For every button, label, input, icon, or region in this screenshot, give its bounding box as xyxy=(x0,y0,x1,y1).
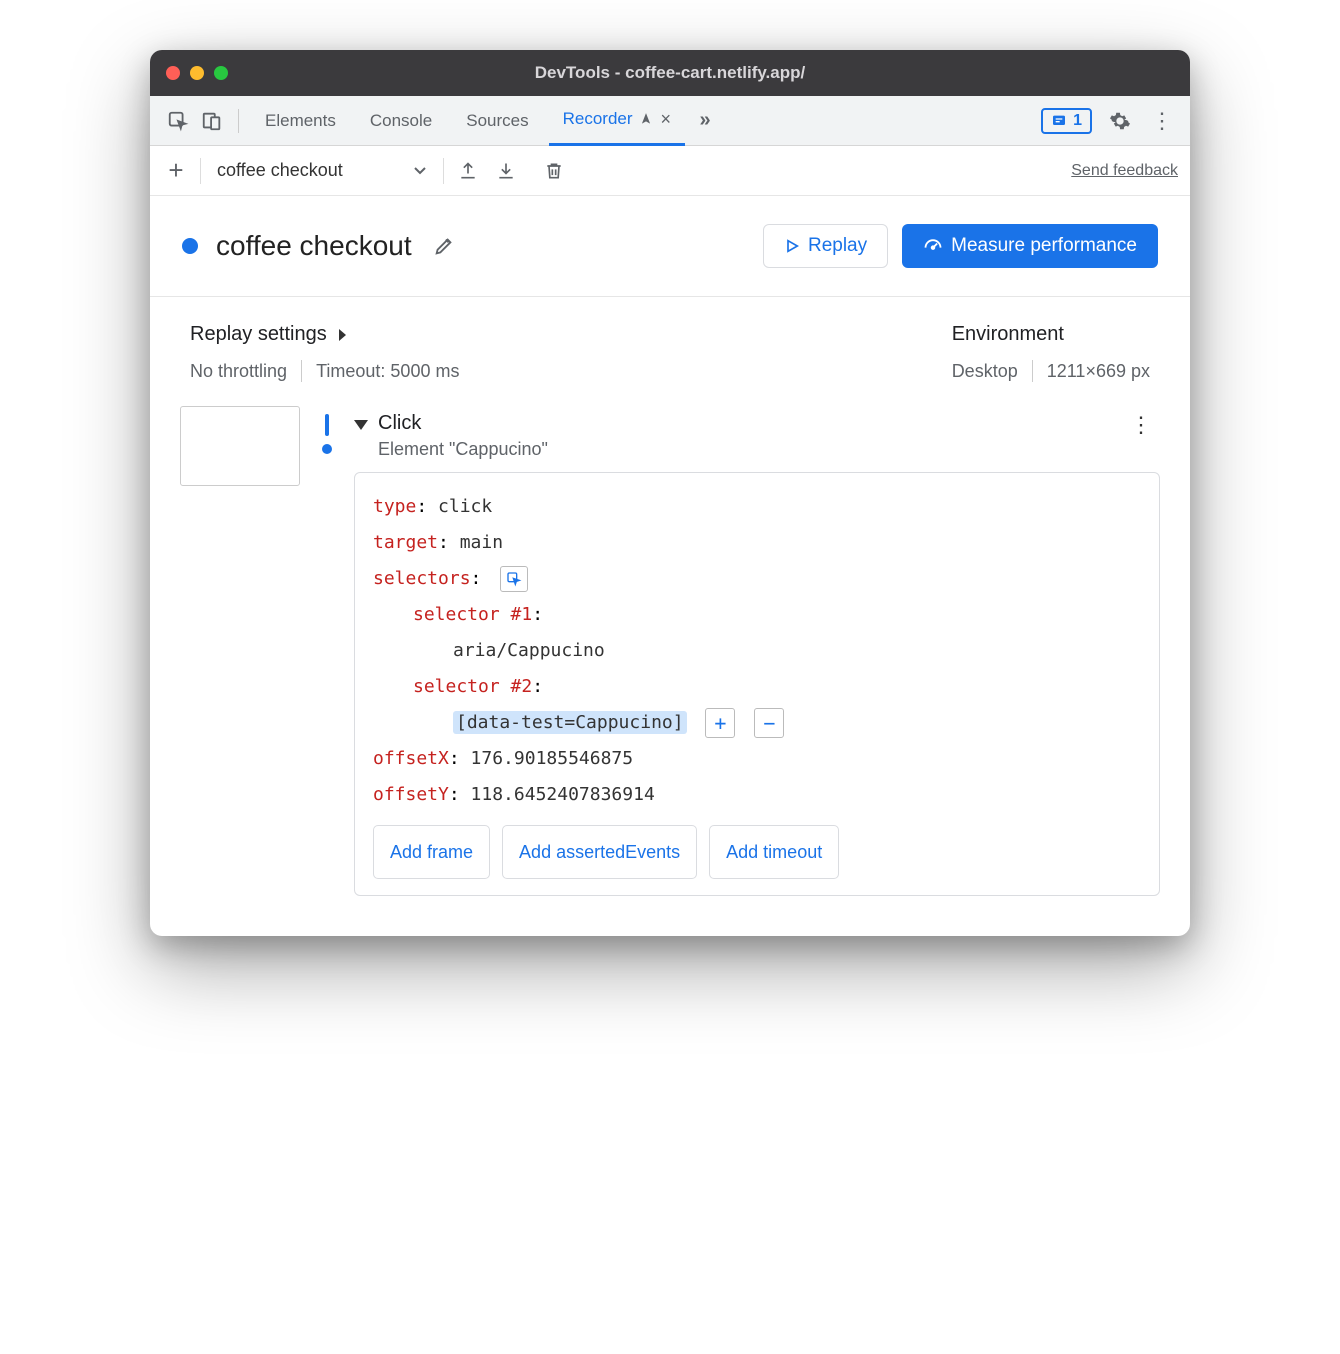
step-title: Click xyxy=(378,412,548,435)
prop-key: selectors xyxy=(373,568,471,589)
close-window-button[interactable] xyxy=(166,66,180,80)
offsetx-value[interactable]: 176.90185546875 xyxy=(471,748,634,769)
delete-icon[interactable] xyxy=(540,157,568,185)
tab-console[interactable]: Console xyxy=(356,96,446,146)
issues-count: 1 xyxy=(1073,112,1082,130)
prop-key: type xyxy=(373,496,416,517)
separator xyxy=(238,109,239,133)
device-toolbar-icon[interactable] xyxy=(198,107,226,135)
add-asserted-events-button[interactable]: Add assertedEvents xyxy=(502,825,697,879)
remove-selector-button[interactable]: − xyxy=(754,708,784,738)
step-header[interactable]: Click Element "Cappucino" ⋮ xyxy=(354,408,1160,472)
replay-button[interactable]: Replay xyxy=(763,224,888,268)
prop-key: selector #1 xyxy=(413,604,532,625)
panel-tabbar: Elements Console Sources Recorder × » 1 … xyxy=(150,96,1190,146)
prop-val[interactable]: main xyxy=(460,532,503,553)
step-more-icon[interactable]: ⋮ xyxy=(1122,412,1160,438)
more-options-icon[interactable]: ⋮ xyxy=(1148,107,1176,135)
separator xyxy=(200,158,201,184)
settings-gear-icon[interactable] xyxy=(1106,107,1134,135)
window-title: DevTools - coffee-cart.netlify.app/ xyxy=(150,63,1190,83)
timeline-dot xyxy=(322,444,332,454)
maximize-window-button[interactable] xyxy=(214,66,228,80)
traffic-lights xyxy=(166,66,228,80)
recording-selector[interactable]: coffee checkout xyxy=(211,160,433,181)
issues-badge[interactable]: 1 xyxy=(1041,108,1092,134)
selector-2-value[interactable]: [data-test=Cappucino] xyxy=(453,711,687,734)
chevron-down-icon xyxy=(413,166,427,176)
prop-key: target xyxy=(373,532,438,553)
environment-device: Desktop xyxy=(952,361,1018,382)
offsety-value[interactable]: 118.6452407836914 xyxy=(471,784,655,805)
tab-sources[interactable]: Sources xyxy=(452,96,542,146)
edit-title-icon[interactable] xyxy=(430,232,458,260)
minimize-window-button[interactable] xyxy=(190,66,204,80)
send-feedback-link[interactable]: Send feedback xyxy=(1071,162,1178,180)
step-area: Click Element "Cappucino" ⋮ type: click … xyxy=(150,408,1190,936)
step-thumbnail[interactable] xyxy=(180,406,300,486)
pin-icon xyxy=(639,112,653,126)
environment-viewport: 1211×669 px xyxy=(1047,361,1150,382)
selector-picker-icon[interactable] xyxy=(500,566,528,592)
settings-row: Replay settings No throttling Timeout: 5… xyxy=(150,297,1190,408)
recording-header: coffee checkout Replay Measure performan… xyxy=(150,196,1190,297)
new-recording-icon[interactable]: + xyxy=(162,157,190,185)
prop-key: offsetY xyxy=(373,784,449,805)
prop-key: offsetX xyxy=(373,748,449,769)
recorder-toolbar: + coffee checkout Send feedback xyxy=(150,146,1190,196)
titlebar: DevTools - coffee-cart.netlify.app/ xyxy=(150,50,1190,96)
replay-settings-toggle[interactable]: Replay settings xyxy=(190,323,459,346)
add-frame-button[interactable]: Add frame xyxy=(373,825,490,879)
environment-heading: Environment xyxy=(952,323,1150,346)
tab-recorder[interactable]: Recorder × xyxy=(549,96,685,146)
timeline-tick xyxy=(325,414,329,436)
prop-val[interactable]: click xyxy=(438,496,492,517)
prop-key: selector #2 xyxy=(413,676,532,697)
inspect-element-icon[interactable] xyxy=(164,107,192,135)
recording-status-dot xyxy=(182,238,198,254)
throttling-value: No throttling xyxy=(190,361,287,382)
add-timeout-button[interactable]: Add timeout xyxy=(709,825,839,879)
caret-right-icon xyxy=(337,328,347,342)
recording-selector-label: coffee checkout xyxy=(217,160,343,181)
timeout-value: Timeout: 5000 ms xyxy=(316,361,459,382)
measure-performance-button[interactable]: Measure performance xyxy=(902,224,1158,268)
close-tab-icon[interactable]: × xyxy=(661,109,672,130)
more-tabs-icon[interactable]: » xyxy=(691,107,719,135)
separator xyxy=(443,158,444,184)
add-selector-button[interactable]: + xyxy=(705,708,735,738)
import-icon[interactable] xyxy=(492,157,520,185)
export-icon[interactable] xyxy=(454,157,482,185)
step-subtitle: Element "Cappucino" xyxy=(378,439,548,460)
timeline xyxy=(310,408,344,896)
caret-down-icon xyxy=(354,420,368,430)
separator xyxy=(301,360,302,382)
separator xyxy=(1032,360,1033,382)
selector-1-value[interactable]: aria/Cappucino xyxy=(453,640,605,661)
devtools-window: DevTools - coffee-cart.netlify.app/ Elem… xyxy=(150,50,1190,936)
recording-title: coffee checkout xyxy=(216,230,412,262)
tab-elements[interactable]: Elements xyxy=(251,96,350,146)
step-details: type: click target: main selectors: sele… xyxy=(354,472,1160,896)
